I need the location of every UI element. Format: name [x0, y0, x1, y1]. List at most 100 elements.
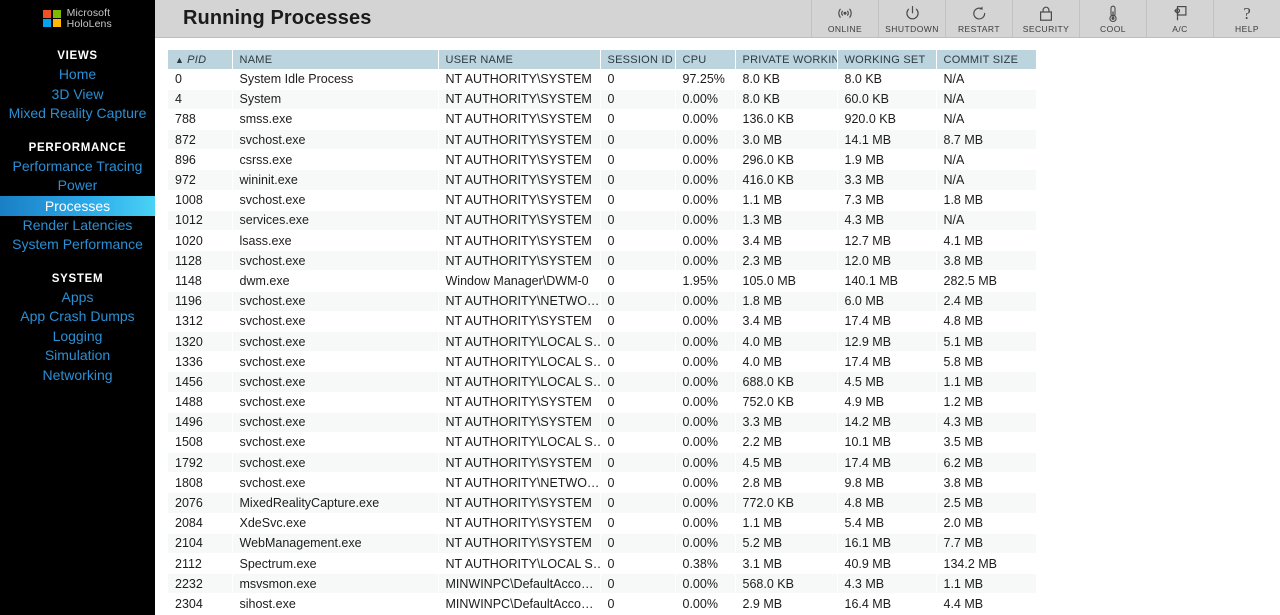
table-row[interactable]: 972wininit.exeNT AUTHORITY\SYSTEM00.00%4…	[168, 170, 1036, 190]
cell-priv: 568.0 KB	[735, 574, 837, 594]
cell-priv: 2.8 MB	[735, 473, 837, 493]
cell-pid: 1320	[168, 331, 232, 351]
cell-name: svchost.exe	[232, 331, 438, 351]
cell-user: NT AUTHORITY\SYSTEM	[438, 190, 600, 210]
toolbar-button-label: ONLINE	[828, 24, 862, 34]
table-row[interactable]: 2076MixedRealityCapture.exeNT AUTHORITY\…	[168, 493, 1036, 513]
cell-commit: 1.2 MB	[936, 392, 1036, 412]
sidebar-item-3d-view[interactable]: 3D View	[0, 85, 155, 105]
column-header-name[interactable]: NAME	[232, 50, 438, 69]
table-row[interactable]: 896csrss.exeNT AUTHORITY\SYSTEM00.00%296…	[168, 150, 1036, 170]
table-row[interactable]: 1148dwm.exeWindow Manager\DWM-001.95%105…	[168, 271, 1036, 291]
brand-line-2: HoloLens	[67, 18, 112, 30]
cell-sess: 0	[600, 392, 675, 412]
sidebar-item-home[interactable]: Home	[0, 65, 155, 85]
toolbar-button-online[interactable]: ONLINE	[811, 0, 878, 37]
brand-text: Microsoft HoloLens	[67, 8, 112, 30]
table-row[interactable]: 1792svchost.exeNT AUTHORITY\SYSTEM00.00%…	[168, 453, 1036, 473]
toolbar-button-help[interactable]: ?HELP	[1213, 0, 1280, 37]
column-header-priv[interactable]: PRIVATE WORKIN…	[735, 50, 837, 69]
sidebar-item-apps[interactable]: Apps	[0, 288, 155, 308]
cell-ws: 4.9 MB	[837, 392, 936, 412]
sidebar-item-system-performance[interactable]: System Performance	[0, 235, 155, 255]
table-row[interactable]: 4SystemNT AUTHORITY\SYSTEM00.00%8.0 KB60…	[168, 89, 1036, 109]
table-row[interactable]: 872svchost.exeNT AUTHORITY\SYSTEM00.00%3…	[168, 130, 1036, 150]
table-row[interactable]: 1336svchost.exeNT AUTHORITY\LOCAL S…00.0…	[168, 352, 1036, 372]
cell-name: lsass.exe	[232, 231, 438, 251]
sidebar-item-processes[interactable]: Processes	[0, 196, 155, 216]
table-row[interactable]: 1020lsass.exeNT AUTHORITY\SYSTEM00.00%3.…	[168, 231, 1036, 251]
toolbar-button-a-c[interactable]: A/C	[1146, 0, 1213, 37]
table-row[interactable]: 0System Idle ProcessNT AUTHORITY\SYSTEM0…	[168, 69, 1036, 89]
table-row[interactable]: 1196svchost.exeNT AUTHORITY\NETWO…00.00%…	[168, 291, 1036, 311]
sidebar-item-app-crash-dumps[interactable]: App Crash Dumps	[0, 307, 155, 327]
refresh-icon	[971, 4, 988, 23]
table-row[interactable]: 1488svchost.exeNT AUTHORITY\SYSTEM00.00%…	[168, 392, 1036, 412]
column-header-sess[interactable]: SESSION ID	[600, 50, 675, 69]
cell-cpu: 0.00%	[675, 89, 735, 109]
sidebar-item-power[interactable]: Power	[0, 176, 155, 196]
cell-user: NT AUTHORITY\SYSTEM	[438, 311, 600, 331]
cell-commit: 6.2 MB	[936, 453, 1036, 473]
cell-cpu: 0.00%	[675, 513, 735, 533]
sidebar-item-simulation[interactable]: Simulation	[0, 346, 155, 366]
table-row[interactable]: 1456svchost.exeNT AUTHORITY\LOCAL S…00.0…	[168, 372, 1036, 392]
table-row[interactable]: 1008svchost.exeNT AUTHORITY\SYSTEM00.00%…	[168, 190, 1036, 210]
cell-cpu: 0.00%	[675, 150, 735, 170]
cell-user: NT AUTHORITY\SYSTEM	[438, 251, 600, 271]
table-row[interactable]: 788smss.exeNT AUTHORITY\SYSTEM00.00%136.…	[168, 109, 1036, 129]
column-header-commit[interactable]: COMMIT SIZE	[936, 50, 1036, 69]
cell-pid: 4	[168, 89, 232, 109]
column-header-cpu[interactable]: CPU	[675, 50, 735, 69]
table-row[interactable]: 2232msvsmon.exeMINWINPC\DefaultAcco…00.0…	[168, 574, 1036, 594]
cell-name: sihost.exe	[232, 594, 438, 614]
column-header-pid[interactable]: ▲PID	[168, 50, 232, 69]
table-row[interactable]: 2304sihost.exeMINWINPC\DefaultAcco…00.00…	[168, 594, 1036, 614]
sidebar-item-render-latencies[interactable]: Render Latencies	[0, 216, 155, 236]
sidebar-item-mixed-reality-capture[interactable]: Mixed Reality Capture	[0, 104, 155, 124]
microsoft-logo-icon	[43, 10, 61, 28]
table-row[interactable]: 2112Spectrum.exeNT AUTHORITY\LOCAL S…00.…	[168, 554, 1036, 574]
table-row[interactable]: 1312svchost.exeNT AUTHORITY\SYSTEM00.00%…	[168, 311, 1036, 331]
cell-priv: 136.0 KB	[735, 109, 837, 129]
cell-priv: 416.0 KB	[735, 170, 837, 190]
cell-name: svchost.exe	[232, 473, 438, 493]
cell-ws: 4.3 MB	[837, 210, 936, 230]
table-row[interactable]: 1012services.exeNT AUTHORITY\SYSTEM00.00…	[168, 210, 1036, 230]
cell-sess: 0	[600, 432, 675, 452]
cell-cpu: 0.00%	[675, 311, 735, 331]
toolbar-button-cool[interactable]: COOL	[1079, 0, 1146, 37]
table-row[interactable]: 1320svchost.exeNT AUTHORITY\LOCAL S…00.0…	[168, 331, 1036, 351]
table-row[interactable]: 2084XdeSvc.exeNT AUTHORITY\SYSTEM00.00%1…	[168, 513, 1036, 533]
table-header: ▲PIDNAMEUSER NAMESESSION IDCPUPRIVATE WO…	[168, 50, 1036, 69]
toolbar-button-security[interactable]: SECURITY	[1012, 0, 1079, 37]
cell-name: svchost.exe	[232, 372, 438, 392]
cell-pid: 1508	[168, 432, 232, 452]
cell-sess: 0	[600, 251, 675, 271]
toolbar-button-restart[interactable]: RESTART	[945, 0, 1012, 37]
cell-sess: 0	[600, 170, 675, 190]
cell-sess: 0	[600, 352, 675, 372]
cell-name: smss.exe	[232, 109, 438, 129]
cell-commit: N/A	[936, 150, 1036, 170]
cell-pid: 1336	[168, 352, 232, 372]
toolbar-button-shutdown[interactable]: SHUTDOWN	[878, 0, 945, 37]
sidebar-item-performance-tracing[interactable]: Performance Tracing	[0, 157, 155, 177]
sidebar-item-logging[interactable]: Logging	[0, 327, 155, 347]
column-header-ws[interactable]: WORKING SET	[837, 50, 936, 69]
cell-name: System Idle Process	[232, 69, 438, 89]
sidebar-item-networking[interactable]: Networking	[0, 366, 155, 386]
table-row[interactable]: 1508svchost.exeNT AUTHORITY\LOCAL S…00.0…	[168, 432, 1036, 452]
table-row[interactable]: 1128svchost.exeNT AUTHORITY\SYSTEM00.00%…	[168, 251, 1036, 271]
table-row[interactable]: 1496svchost.exeNT AUTHORITY\SYSTEM00.00%…	[168, 412, 1036, 432]
cell-name: svchost.exe	[232, 130, 438, 150]
cell-sess: 0	[600, 594, 675, 614]
cell-cpu: 0.00%	[675, 432, 735, 452]
cell-sess: 0	[600, 574, 675, 594]
table-row[interactable]: 1808svchost.exeNT AUTHORITY\NETWO…00.00%…	[168, 473, 1036, 493]
cell-pid: 2232	[168, 574, 232, 594]
table-row[interactable]: 2104WebManagement.exeNT AUTHORITY\SYSTEM…	[168, 533, 1036, 553]
column-header-user[interactable]: USER NAME	[438, 50, 600, 69]
cell-ws: 4.3 MB	[837, 574, 936, 594]
cell-cpu: 0.00%	[675, 170, 735, 190]
